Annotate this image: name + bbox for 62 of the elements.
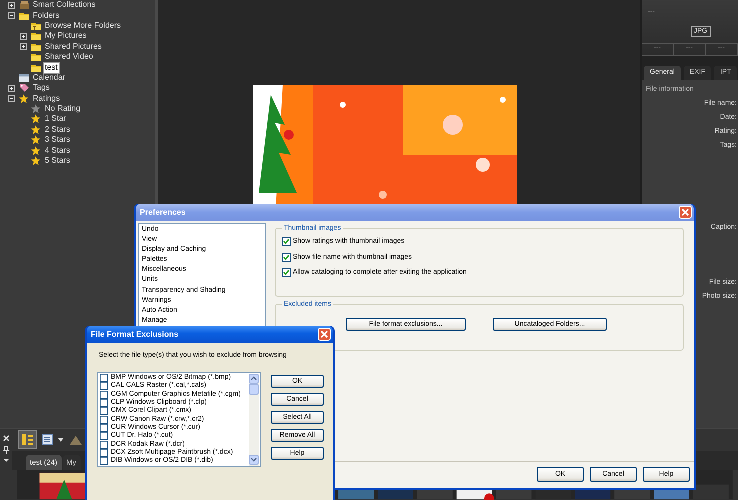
folder-icon (19, 10, 30, 21)
checkbox[interactable] (282, 268, 291, 278)
star-icon (31, 135, 42, 146)
checkbox[interactable] (100, 448, 108, 457)
checkbox[interactable] (100, 440, 108, 449)
tree-item[interactable]: 2 Stars (44, 124, 72, 135)
tree-item[interactable]: Calendar (32, 72, 66, 83)
checkbox[interactable] (100, 457, 108, 465)
star-icon (31, 104, 42, 114)
checkbox[interactable] (100, 416, 108, 424)
tree-item[interactable]: 4 Stars (44, 146, 72, 156)
checkbox[interactable] (282, 237, 291, 246)
caret-icon[interactable] (2, 458, 10, 463)
star-icon (31, 124, 42, 135)
pin-icon[interactable] (2, 446, 10, 454)
collapse-icon[interactable] (8, 95, 15, 102)
expand-icon[interactable] (8, 84, 15, 92)
checkbox[interactable] (100, 374, 108, 382)
tree-view-button[interactable] (18, 430, 37, 450)
checkbox[interactable] (100, 424, 108, 432)
scrollbar[interactable] (249, 374, 259, 466)
tree-view-icon (21, 433, 34, 446)
tree-item[interactable]: Shared Pictures (44, 42, 103, 52)
folder-icon (31, 42, 42, 52)
caret-icon[interactable] (58, 438, 64, 442)
tree-item[interactable]: test (44, 62, 59, 73)
folder-icon (31, 62, 42, 73)
star-icon (19, 94, 30, 104)
folder-icon (31, 52, 42, 62)
tree-item[interactable]: Ratings (32, 94, 62, 104)
expand-icon[interactable] (8, 2, 15, 9)
tree-item[interactable]: No Rating (44, 104, 82, 114)
window-title: File Format Exclusions (91, 330, 179, 339)
collapse-icon[interactable] (8, 12, 15, 20)
list-icon[interactable] (41, 433, 54, 446)
star-icon (31, 146, 42, 156)
tree-item[interactable]: Smart Collections (32, 0, 97, 10)
tree-item[interactable]: Shared Video (44, 52, 94, 62)
checkbox[interactable] (100, 399, 108, 408)
checkbox[interactable] (100, 407, 108, 416)
folder-icon (31, 31, 42, 42)
expand-icon[interactable] (20, 32, 27, 40)
tree-item[interactable]: My Pictures (44, 31, 88, 42)
box-icon (19, 0, 30, 10)
tree-item[interactable]: Folders (32, 10, 61, 21)
checkbox[interactable] (100, 432, 108, 440)
checkbox[interactable] (282, 252, 291, 262)
star-icon (31, 114, 42, 124)
tree-item[interactable]: Browse More Folders (44, 20, 122, 31)
close-icon[interactable] (2, 435, 10, 442)
window-title: Preferences (140, 208, 186, 217)
calendar-icon (19, 72, 30, 83)
checkbox[interactable] (100, 382, 108, 390)
tag-icon (19, 83, 30, 94)
tree-item[interactable]: 1 Star (44, 114, 68, 124)
expand-icon[interactable] (20, 43, 27, 50)
tree-item[interactable]: 5 Stars (44, 156, 72, 166)
star-icon (31, 156, 42, 166)
tree-item[interactable]: 3 Stars (44, 135, 72, 146)
checkbox[interactable] (100, 390, 108, 399)
folder-icon (31, 20, 42, 31)
tree-item[interactable]: Tags (32, 83, 51, 94)
